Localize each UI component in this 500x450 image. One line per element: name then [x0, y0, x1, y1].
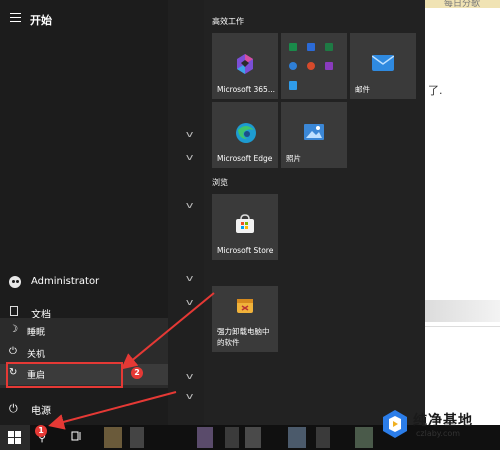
annotation-badge: 1 — [35, 425, 47, 437]
annotation-arrows — [48, 292, 215, 430]
annotation-arrow — [48, 391, 177, 430]
annotation-badge: 2 — [131, 367, 143, 379]
watermark-logo-icon — [383, 410, 407, 438]
watermark-title: 纯净基地 — [413, 413, 473, 429]
annotation-arrow — [120, 292, 215, 370]
watermark-subtitle: czlaby.com — [416, 429, 461, 438]
